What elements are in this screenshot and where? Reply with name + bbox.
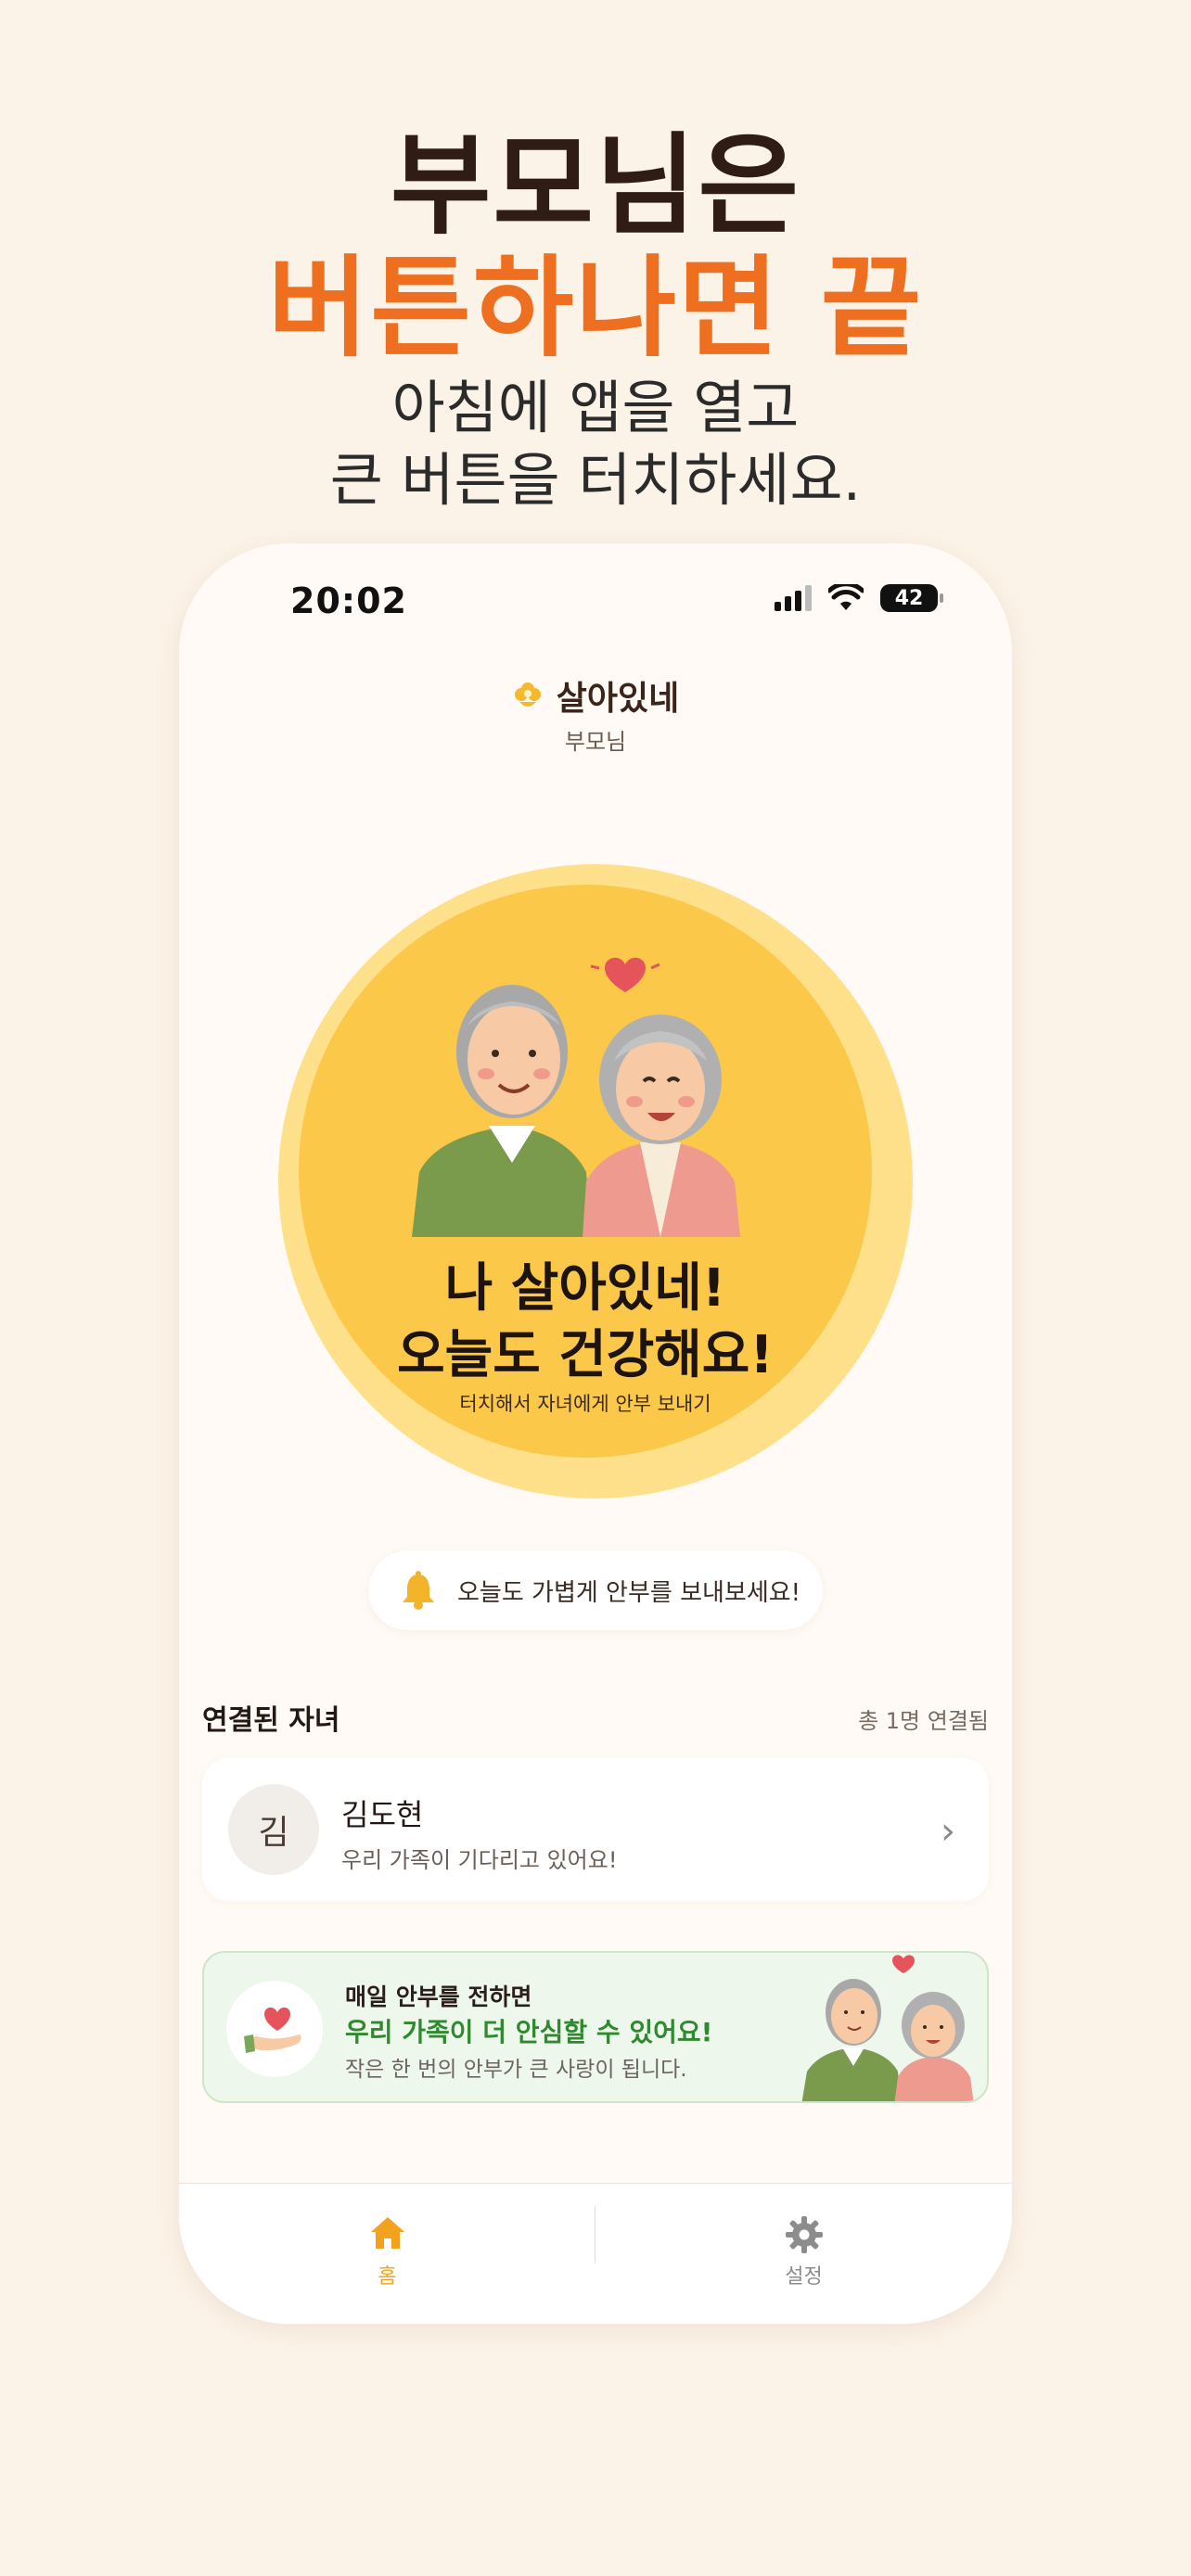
button-hint: 터치해서 자녀에게 안부 보내기 [459,1393,711,1415]
reminder-pill: 오늘도 가볍게 안부를 보내보세요! [368,1550,823,1630]
tab-home-label: 홈 [378,2265,397,2289]
promo-line2: 우리 가족이 더 안심할 수 있어요! [345,2017,713,2047]
signal-icon [775,585,812,611]
bell-icon [403,1571,434,1610]
phone-screen: 20:02 42 살아있네 부모님 나 살아있네! 오늘도 건강해요! 터치해서… [179,543,1012,2324]
wifi-icon [828,584,864,610]
tab-home[interactable]: 홈 [179,2184,596,2324]
avatar: 김 [228,1784,319,1875]
button-title-line2: 오늘도 건강해요! [397,1325,774,1385]
heart-hand-icon [226,1981,323,2077]
app-name: 살아있네 [556,680,680,718]
chevron-right-icon: › [941,1810,955,1853]
promo-line1: 매일 안부를 전하면 [345,1983,532,2010]
status-time: 20:02 [290,580,407,621]
connected-section-title: 연결된 자녀 [202,1704,340,1737]
button-title-line1: 나 살아있네! [444,1258,726,1319]
home-icon [370,2217,404,2249]
battery-icon: 42 [880,584,943,612]
app-title: 살아있네 [179,671,1012,720]
child-name: 김도현 [341,1797,424,1832]
child-card[interactable]: 김 김도현 우리 가족이 기다리고 있어요! › [202,1758,989,1901]
subheadline-line1: 아침에 앱을 열고 [391,374,800,441]
headline-line1: 부모님은 [390,121,801,249]
app-role: 부모님 [564,729,627,755]
connected-count: 총 1명 연결됨 [858,1708,989,1734]
subheadline-line2: 큰 버튼을 터치하세요. [329,446,862,514]
elderly-couple-illustration [412,957,740,1237]
elderly-couple-small-illustration [801,1955,974,2101]
tab-settings-label: 설정 [785,2265,823,2289]
headline-line2: 버튼하나면 끝 [267,244,924,372]
promo-banner: 매일 안부를 전하면 우리 가족이 더 안심할 수 있어요! 작은 한 번의 안… [202,1951,989,2103]
status-icons: 42 [775,584,943,612]
tab-settings[interactable]: 설정 [596,2184,1012,2324]
gear-icon [785,2216,823,2253]
tab-bar: 홈 설정 [179,2183,1012,2324]
flower-icon [514,682,541,707]
child-message: 우리 가족이 기다리고 있어요! [341,1847,618,1873]
alive-check-button[interactable]: 나 살아있네! 오늘도 건강해요! 터치해서 자녀에게 안부 보내기 [299,885,872,1458]
reminder-text: 오늘도 가볍게 안부를 보내보세요! [457,1578,801,1607]
promo-line3: 작은 한 번의 안부가 큰 사랑이 됩니다. [345,2058,687,2082]
